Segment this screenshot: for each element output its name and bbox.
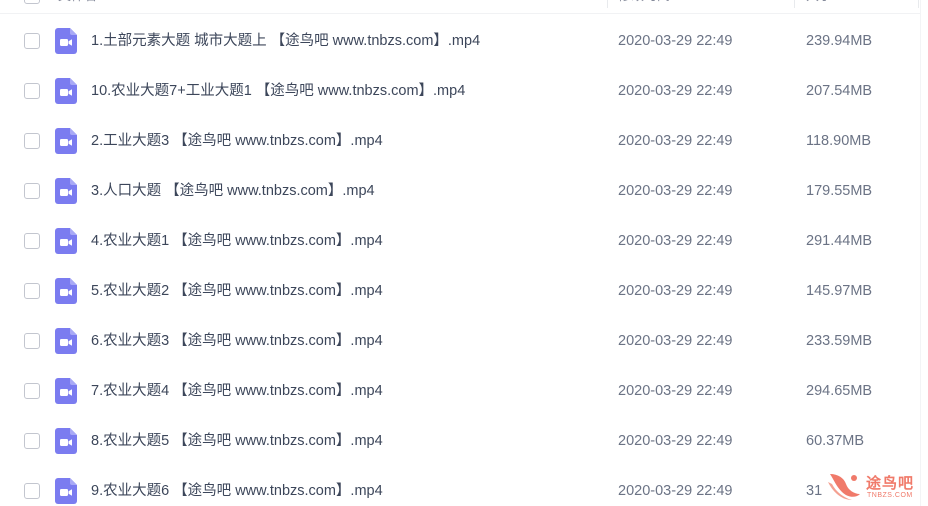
file-checkbox[interactable] [24,83,40,99]
file-checkbox[interactable] [24,383,40,399]
video-file-icon [55,78,77,104]
file-name[interactable]: 5.农业大题2 【途鸟吧 www.tnbzs.com】.mp4 [91,266,383,316]
file-size: 233.59MB [806,333,873,349]
file-size: 118.90MB [806,133,872,149]
video-file-icon [55,278,77,304]
file-size: 291.44MB [806,233,873,249]
file-name[interactable]: 1.土部元素大题 城市大题上 【途鸟吧 www.tnbzs.com】.mp4 [91,16,480,66]
file-size: 31 [806,483,823,499]
file-modified-time: 2020-03-29 22:49 [618,183,733,199]
file-name[interactable]: 2.工业大题3 【途鸟吧 www.tnbzs.com】.mp4 [91,116,383,166]
file-checkbox[interactable] [24,283,40,299]
column-header-name[interactable]: 文件名 [58,0,97,14]
file-name[interactable]: 6.农业大题3 【途鸟吧 www.tnbzs.com】.mp4 [91,316,383,366]
video-file-icon [55,328,77,354]
column-header-size[interactable]: 大小 [806,0,832,14]
scrollbar-track[interactable] [920,0,928,506]
column-divider[interactable] [794,0,795,8]
file-row[interactable]: 10.农业大题7+工业大题1 【途鸟吧 www.tnbzs.com】.mp4 20… [0,66,928,116]
file-checkbox[interactable] [24,233,40,249]
file-size: 207.54MB [806,83,873,99]
file-row[interactable]: 7.农业大题4 【途鸟吧 www.tnbzs.com】.mp4 2020-03-2… [0,366,928,416]
file-name[interactable]: 7.农业大题4 【途鸟吧 www.tnbzs.com】.mp4 [91,366,383,416]
column-divider[interactable] [918,0,919,8]
file-checkbox[interactable] [24,483,40,499]
video-file-icon [55,28,77,54]
file-row[interactable]: 4.农业大题1 【途鸟吧 www.tnbzs.com】.mp4 2020-03-2… [0,216,928,266]
select-all-checkbox[interactable] [24,0,40,4]
file-size: 294.65MB [806,383,873,399]
file-row[interactable]: 2.工业大题3 【途鸟吧 www.tnbzs.com】.mp4 2020-03-2… [0,116,928,166]
file-size: 145.97MB [806,283,873,299]
file-modified-time: 2020-03-29 22:49 [618,433,733,449]
file-row[interactable]: 9.农业大题6 【途鸟吧 www.tnbzs.com】.mp4 2020-03-2… [0,466,928,506]
video-file-icon [55,128,77,154]
file-row[interactable]: 8.农业大题5 【途鸟吧 www.tnbzs.com】.mp4 2020-03-2… [0,416,928,466]
column-divider[interactable] [607,0,608,8]
file-row[interactable]: 3.人口大题 【途鸟吧 www.tnbzs.com】.mp4 2020-03-29… [0,166,928,216]
column-header-modified[interactable]: 修改时间 [618,0,670,14]
file-modified-time: 2020-03-29 22:49 [618,83,733,99]
file-name[interactable]: 9.农业大题6 【途鸟吧 www.tnbzs.com】.mp4 [91,466,383,506]
file-name[interactable]: 10.农业大题7+工业大题1 【途鸟吧 www.tnbzs.com】.mp4 [91,66,465,116]
file-name[interactable]: 8.农业大题5 【途鸟吧 www.tnbzs.com】.mp4 [91,416,383,466]
file-name[interactable]: 3.人口大题 【途鸟吧 www.tnbzs.com】.mp4 [91,166,375,216]
file-checkbox[interactable] [24,33,40,49]
file-checkbox[interactable] [24,183,40,199]
video-file-icon [55,428,77,454]
file-modified-time: 2020-03-29 22:49 [618,283,733,299]
file-modified-time: 2020-03-29 22:49 [618,233,733,249]
file-list-window: 文件名 修改时间 大小 1.土部元素大题 城市大题上 【途鸟吧 www.tnbz… [0,0,928,506]
file-size: 179.55MB [806,183,873,199]
file-name[interactable]: 4.农业大题1 【途鸟吧 www.tnbzs.com】.mp4 [91,216,383,266]
file-size: 239.94MB [806,33,873,49]
video-file-icon [55,178,77,204]
file-modified-time: 2020-03-29 22:49 [618,333,733,349]
file-row[interactable]: 5.农业大题2 【途鸟吧 www.tnbzs.com】.mp4 2020-03-2… [0,266,928,316]
file-list-header: 文件名 修改时间 大小 [0,0,928,14]
video-file-icon [55,228,77,254]
file-modified-time: 2020-03-29 22:49 [618,483,733,499]
file-row[interactable]: 6.农业大题3 【途鸟吧 www.tnbzs.com】.mp4 2020-03-2… [0,316,928,366]
file-checkbox[interactable] [24,333,40,349]
file-modified-time: 2020-03-29 22:49 [618,33,733,49]
file-modified-time: 2020-03-29 22:49 [618,133,733,149]
file-checkbox[interactable] [24,433,40,449]
file-row[interactable]: 1.土部元素大题 城市大题上 【途鸟吧 www.tnbzs.com】.mp4 20… [0,16,928,66]
video-file-icon [55,378,77,404]
video-file-icon [55,478,77,504]
file-checkbox[interactable] [24,133,40,149]
file-size: 60.37MB [806,433,865,449]
file-modified-time: 2020-03-29 22:49 [618,383,733,399]
